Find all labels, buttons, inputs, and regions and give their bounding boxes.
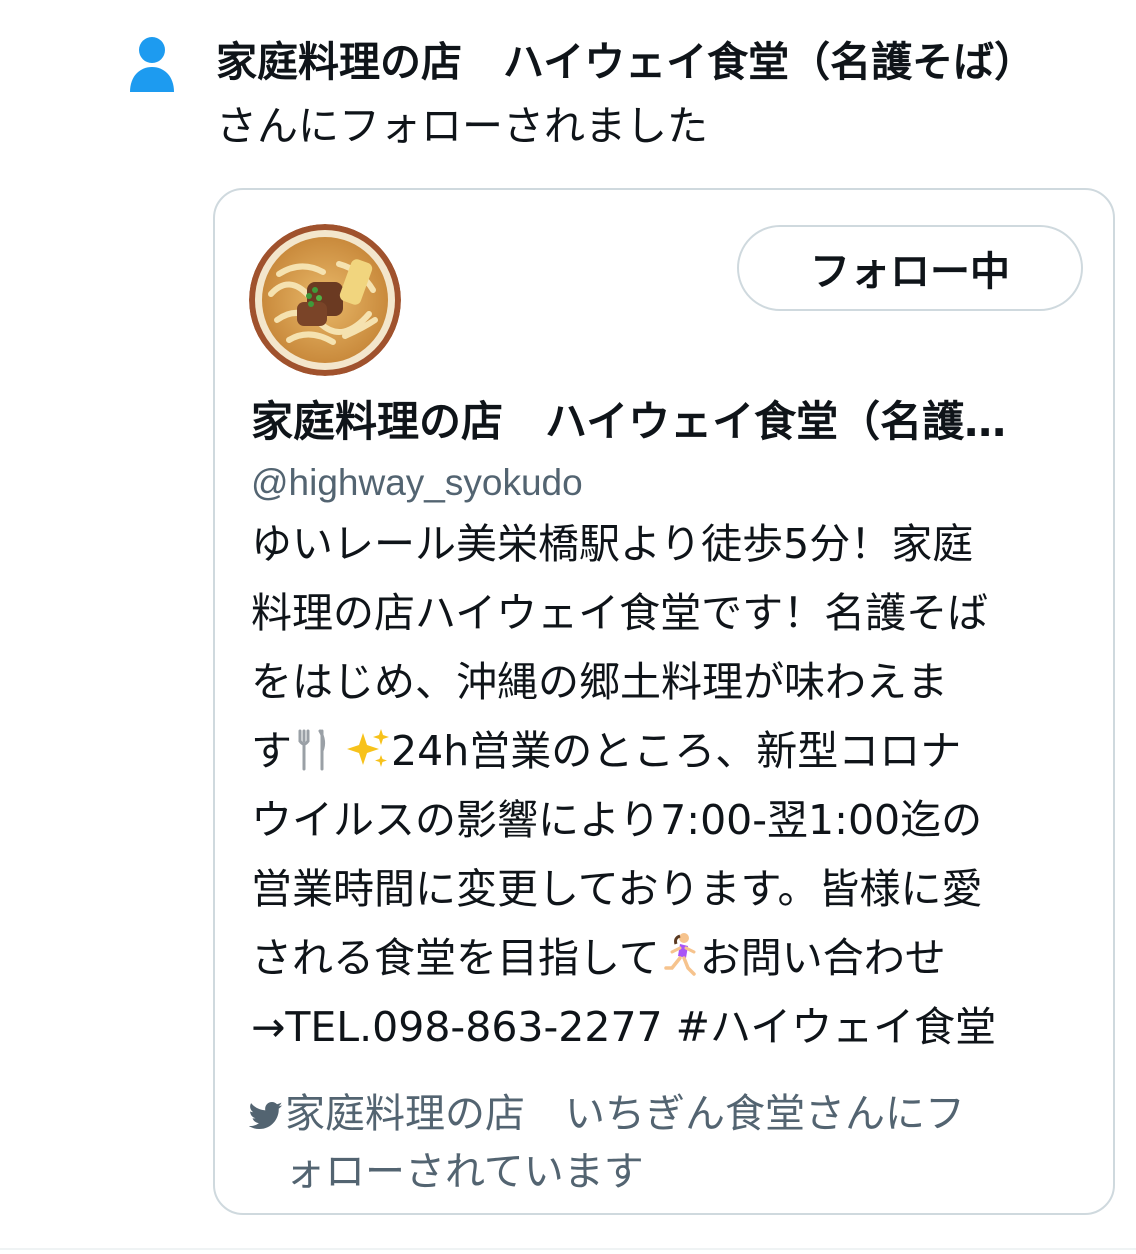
bio-line: ゆいレール美栄橋駅より徒歩5分！家庭 (251, 520, 974, 568)
avatar[interactable] (249, 224, 401, 376)
profile-bio: ゆいレール美栄橋駅より徒歩5分！家庭 料理の店ハイウェイ食堂です！名護そば をは… (251, 510, 1061, 1062)
profile-display-name[interactable]: 家庭料理の店 ハイウェイ食堂（名護… (251, 390, 1051, 454)
bird-icon (249, 1101, 283, 1130)
bio-text: される食堂を目指して (251, 934, 660, 982)
bio-text: お問い合わせ (699, 934, 946, 982)
person-icon (130, 37, 174, 92)
bio-line: 営業時間に変更しております。皆様に愛 (251, 865, 983, 913)
bio-line: をはじめ、沖縄の郷土料理が味わえま (251, 658, 948, 706)
fork-knife-icon (298, 729, 326, 771)
followed-by-context: 家庭料理の店 いちぎん食堂さんにフ ォローされています (249, 1085, 1059, 1201)
profile-handle[interactable]: @highway_syokudo (251, 456, 583, 510)
bio-line: ウイルスの影響により7:00-翌1:00迄の (251, 796, 983, 844)
bio-line-with-emoji: される食堂を目指して お問い合わせ (251, 924, 1061, 993)
bio-line-with-emoji: す 24h営業のところ、新型コロナ (251, 717, 1061, 786)
followed-by-line: 家庭料理の店 いちぎん食堂さんにフ (249, 1085, 1059, 1143)
divider (0, 1248, 1136, 1250)
followed-by-text[interactable]: ォローされています (249, 1143, 1059, 1201)
bio-line: →TEL.098-863-2277 #ハイウェイ食堂 (251, 1003, 997, 1051)
notification-account-name[interactable]: 家庭料理の店 ハイウェイ食堂（名護そば） (216, 30, 1116, 94)
woman-running-icon (664, 933, 696, 976)
bio-text: す (251, 727, 292, 775)
bio-text: 24h営業のところ、新型コロナ (391, 727, 962, 775)
notification-headline: 家庭料理の店 ハイウェイ食堂（名護そば） さんにフォローされました (216, 30, 1116, 158)
followed-by-text[interactable]: 家庭料理の店 いちぎん食堂さんにフ (285, 1091, 965, 1137)
follow-notification[interactable]: 家庭料理の店 ハイウェイ食堂（名護そば） さんにフォローされました フォロー中 … (0, 0, 1136, 1254)
notification-action-text: さんにフォローされました (216, 102, 708, 150)
user-card[interactable]: フォロー中 家庭料理の店 ハイウェイ食堂（名護… @highway_syokud… (213, 188, 1115, 1215)
bio-line: 料理の店ハイウェイ食堂です！名護そば (251, 589, 989, 637)
sparkles-icon (347, 729, 390, 767)
soba-bowl-image (249, 224, 401, 376)
following-button[interactable]: フォロー中 (737, 225, 1083, 311)
